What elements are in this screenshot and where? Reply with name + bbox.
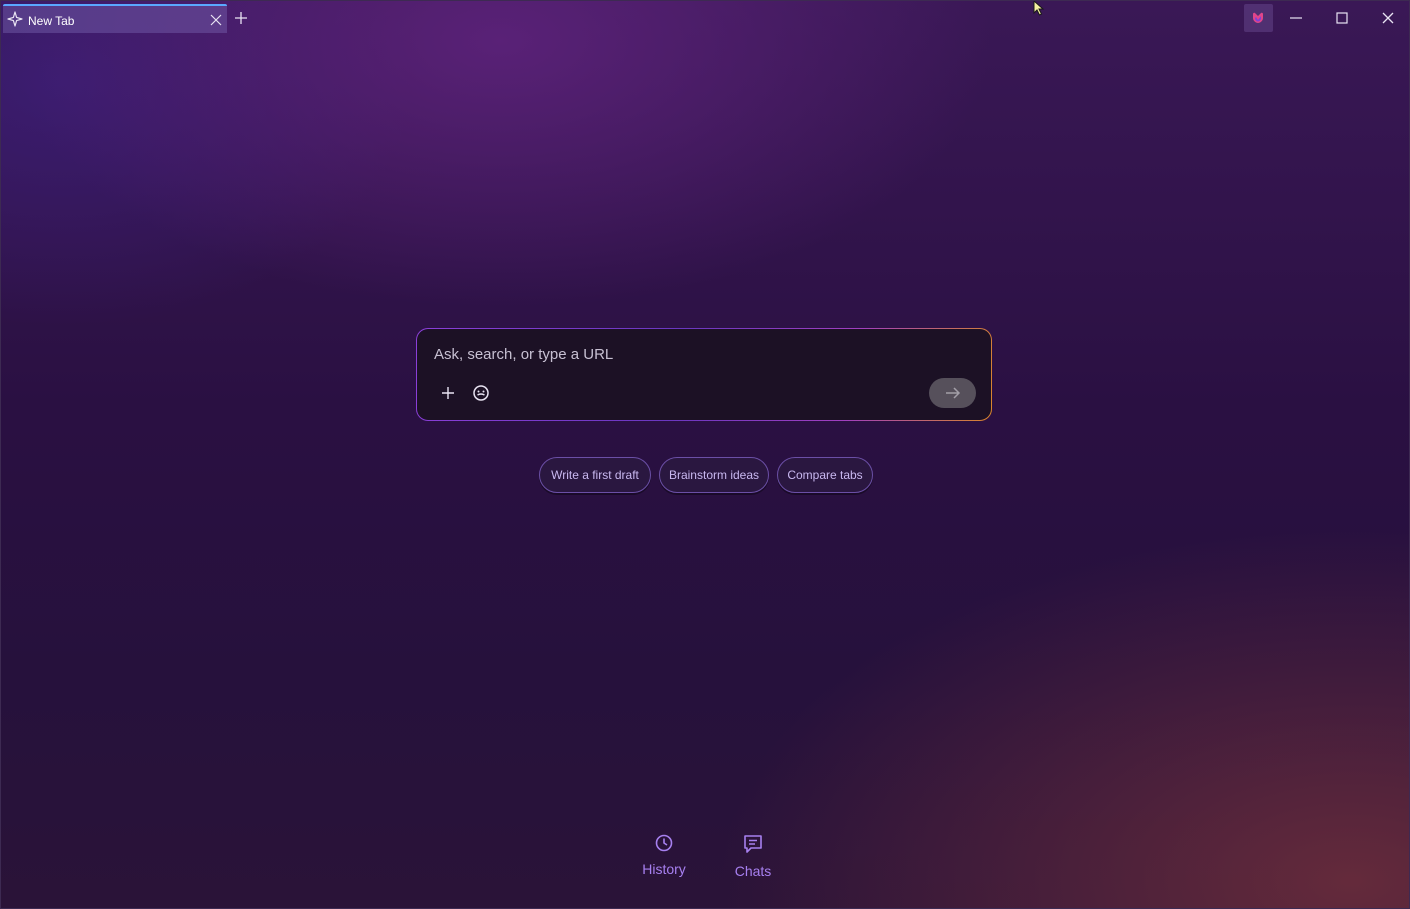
chat-bubble-icon [744, 835, 762, 853]
sparkle-icon [7, 11, 23, 27]
chats-button[interactable]: Chats [723, 833, 783, 885]
title-bar: New Tab [1, 1, 1409, 35]
suggestion-chip[interactable]: Write a first draft [539, 457, 651, 493]
close-icon[interactable] [209, 13, 223, 27]
minimize-button[interactable] [1287, 10, 1305, 26]
tab-title: New Tab [28, 14, 75, 28]
chats-label: Chats [734, 863, 772, 879]
maximize-button[interactable] [1333, 9, 1351, 27]
send-button[interactable] [929, 378, 976, 408]
history-button[interactable]: History [634, 833, 694, 885]
arrow-right-icon [946, 387, 961, 399]
copilot-icon [1253, 12, 1263, 23]
omnibox-inner [417, 329, 991, 420]
omnibox [416, 328, 992, 421]
close-window-button[interactable] [1379, 9, 1397, 27]
smiley-icon[interactable] [472, 384, 490, 402]
copilot-button[interactable] [1244, 4, 1273, 32]
history-label: History [642, 861, 686, 877]
suggestion-chip[interactable]: Compare tabs [777, 457, 873, 493]
new-tab-button[interactable] [233, 10, 249, 26]
mouse-cursor-icon [1033, 1, 1047, 17]
suggestion-chip[interactable]: Brainstorm ideas [659, 457, 769, 493]
plus-icon[interactable] [441, 386, 455, 400]
browser-window: New Tab Ask, search, or type a URL Write… [0, 0, 1410, 909]
omnibox-input[interactable] [434, 343, 934, 365]
clock-icon [655, 834, 673, 852]
tab-new-tab[interactable]: New Tab [3, 4, 227, 33]
